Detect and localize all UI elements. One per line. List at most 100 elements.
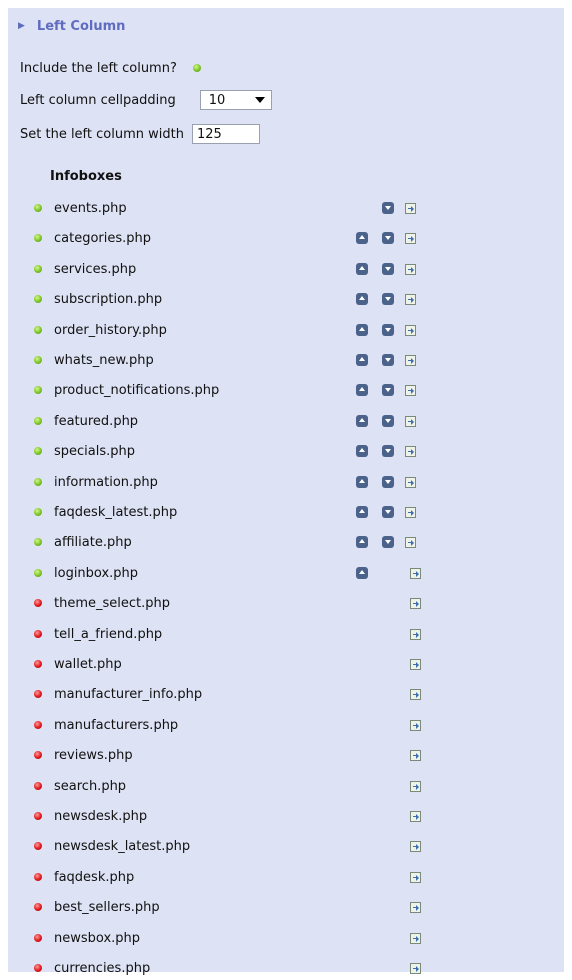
arrow-down-icon[interactable] <box>382 354 394 366</box>
red-dot-icon[interactable] <box>34 934 42 942</box>
infobox-row: wallet.php <box>34 652 122 676</box>
include-left-column-toggle-icon[interactable] <box>192 64 201 72</box>
infobox-name: product_notifications.php <box>54 382 220 398</box>
infobox-row: best_sellers.php <box>34 895 160 919</box>
green-dot-icon[interactable] <box>34 386 42 394</box>
move-to-column-icon[interactable] <box>410 933 421 944</box>
green-dot-icon[interactable] <box>34 295 42 303</box>
move-to-column-icon[interactable] <box>410 750 421 761</box>
move-to-column-icon[interactable] <box>405 325 416 336</box>
green-dot-icon[interactable] <box>34 265 42 273</box>
infobox-name: events.php <box>54 200 127 216</box>
move-to-column-icon[interactable] <box>410 720 421 731</box>
red-dot-icon[interactable] <box>34 690 42 698</box>
move-to-column-icon[interactable] <box>410 689 421 700</box>
infobox-name: order_history.php <box>54 322 167 338</box>
move-to-column-icon[interactable] <box>405 385 416 396</box>
move-to-column-icon[interactable] <box>405 294 416 305</box>
arrow-up-icon[interactable] <box>356 506 368 518</box>
move-to-column-icon[interactable] <box>410 811 421 822</box>
move-to-column-icon[interactable] <box>405 416 416 427</box>
left-column-width-input[interactable]: 125 <box>191 124 260 144</box>
move-to-column-icon[interactable] <box>410 841 421 852</box>
infoboxes-heading: Infoboxes <box>50 169 122 184</box>
move-to-column-icon[interactable] <box>405 264 416 275</box>
infobox-name: categories.php <box>54 230 152 246</box>
move-to-column-icon[interactable] <box>405 446 416 457</box>
left-column-panel: ▶ Left Column Include the left column? L… <box>8 8 564 976</box>
red-dot-icon[interactable] <box>34 751 42 759</box>
cellpadding-value: 10 <box>208 92 226 108</box>
move-to-column-icon[interactable] <box>410 598 421 609</box>
arrow-up-icon[interactable] <box>356 536 368 548</box>
green-dot-icon[interactable] <box>34 234 42 242</box>
arrow-up-icon[interactable] <box>356 445 368 457</box>
move-to-column-icon[interactable] <box>405 355 416 366</box>
arrow-up-icon[interactable] <box>356 324 368 336</box>
arrow-down-icon[interactable] <box>382 202 394 214</box>
green-dot-icon[interactable] <box>34 326 42 334</box>
green-dot-icon[interactable] <box>34 417 42 425</box>
expand-triangle-icon[interactable]: ▶ <box>18 21 25 31</box>
section-header[interactable]: ▶ Left Column <box>18 16 125 36</box>
move-to-column-icon[interactable] <box>405 477 416 488</box>
red-dot-icon[interactable] <box>34 721 42 729</box>
move-to-column-icon[interactable] <box>410 963 421 974</box>
infobox-row: information.php <box>34 470 158 494</box>
infobox-row: subscription.php <box>34 287 162 311</box>
red-dot-icon[interactable] <box>34 782 42 790</box>
red-dot-icon[interactable] <box>34 842 42 850</box>
infobox-row: faqdesk.php <box>34 865 134 889</box>
arrow-up-icon[interactable] <box>356 567 368 579</box>
infobox-row: reviews.php <box>34 743 133 767</box>
infobox-row: newsbox.php <box>34 926 140 950</box>
arrow-down-icon[interactable] <box>382 415 394 427</box>
move-to-column-icon[interactable] <box>405 507 416 518</box>
move-to-column-icon[interactable] <box>410 629 421 640</box>
arrow-up-icon[interactable] <box>356 476 368 488</box>
arrow-down-icon[interactable] <box>382 232 394 244</box>
green-dot-icon[interactable] <box>34 447 42 455</box>
arrow-down-icon[interactable] <box>382 536 394 548</box>
arrow-up-icon[interactable] <box>356 384 368 396</box>
move-to-column-icon[interactable] <box>410 659 421 670</box>
arrow-up-icon[interactable] <box>356 415 368 427</box>
move-to-column-icon[interactable] <box>405 233 416 244</box>
green-dot-icon[interactable] <box>34 204 42 212</box>
green-dot-icon[interactable] <box>34 508 42 516</box>
move-to-column-icon[interactable] <box>410 902 421 913</box>
move-to-column-icon[interactable] <box>405 203 416 214</box>
arrow-down-icon[interactable] <box>382 445 394 457</box>
arrow-down-icon[interactable] <box>382 263 394 275</box>
arrow-up-icon[interactable] <box>356 293 368 305</box>
red-dot-icon[interactable] <box>34 964 42 972</box>
green-dot-icon[interactable] <box>34 538 42 546</box>
cellpadding-select[interactable]: 10 <box>199 90 272 110</box>
red-dot-icon[interactable] <box>34 599 42 607</box>
arrow-up-icon[interactable] <box>356 354 368 366</box>
arrow-down-icon[interactable] <box>382 324 394 336</box>
red-dot-icon[interactable] <box>34 812 42 820</box>
red-dot-icon[interactable] <box>34 630 42 638</box>
infobox-name: affiliate.php <box>54 534 132 550</box>
arrow-down-icon[interactable] <box>382 506 394 518</box>
arrow-down-icon[interactable] <box>382 384 394 396</box>
red-dot-icon[interactable] <box>34 903 42 911</box>
infobox-row: services.php <box>34 257 136 281</box>
green-dot-icon[interactable] <box>34 478 42 486</box>
move-to-column-icon[interactable] <box>410 568 421 579</box>
arrow-down-icon[interactable] <box>382 293 394 305</box>
green-dot-icon[interactable] <box>34 356 42 364</box>
arrow-down-icon[interactable] <box>382 476 394 488</box>
infobox-row: search.php <box>34 774 126 798</box>
move-to-column-icon[interactable] <box>410 872 421 883</box>
green-dot-icon[interactable] <box>34 569 42 577</box>
move-to-column-icon[interactable] <box>410 781 421 792</box>
infobox-name: currencies.php <box>54 960 151 976</box>
infobox-name: specials.php <box>54 443 136 459</box>
arrow-up-icon[interactable] <box>356 263 368 275</box>
arrow-up-icon[interactable] <box>356 232 368 244</box>
red-dot-icon[interactable] <box>34 873 42 881</box>
move-to-column-icon[interactable] <box>405 537 416 548</box>
red-dot-icon[interactable] <box>34 660 42 668</box>
